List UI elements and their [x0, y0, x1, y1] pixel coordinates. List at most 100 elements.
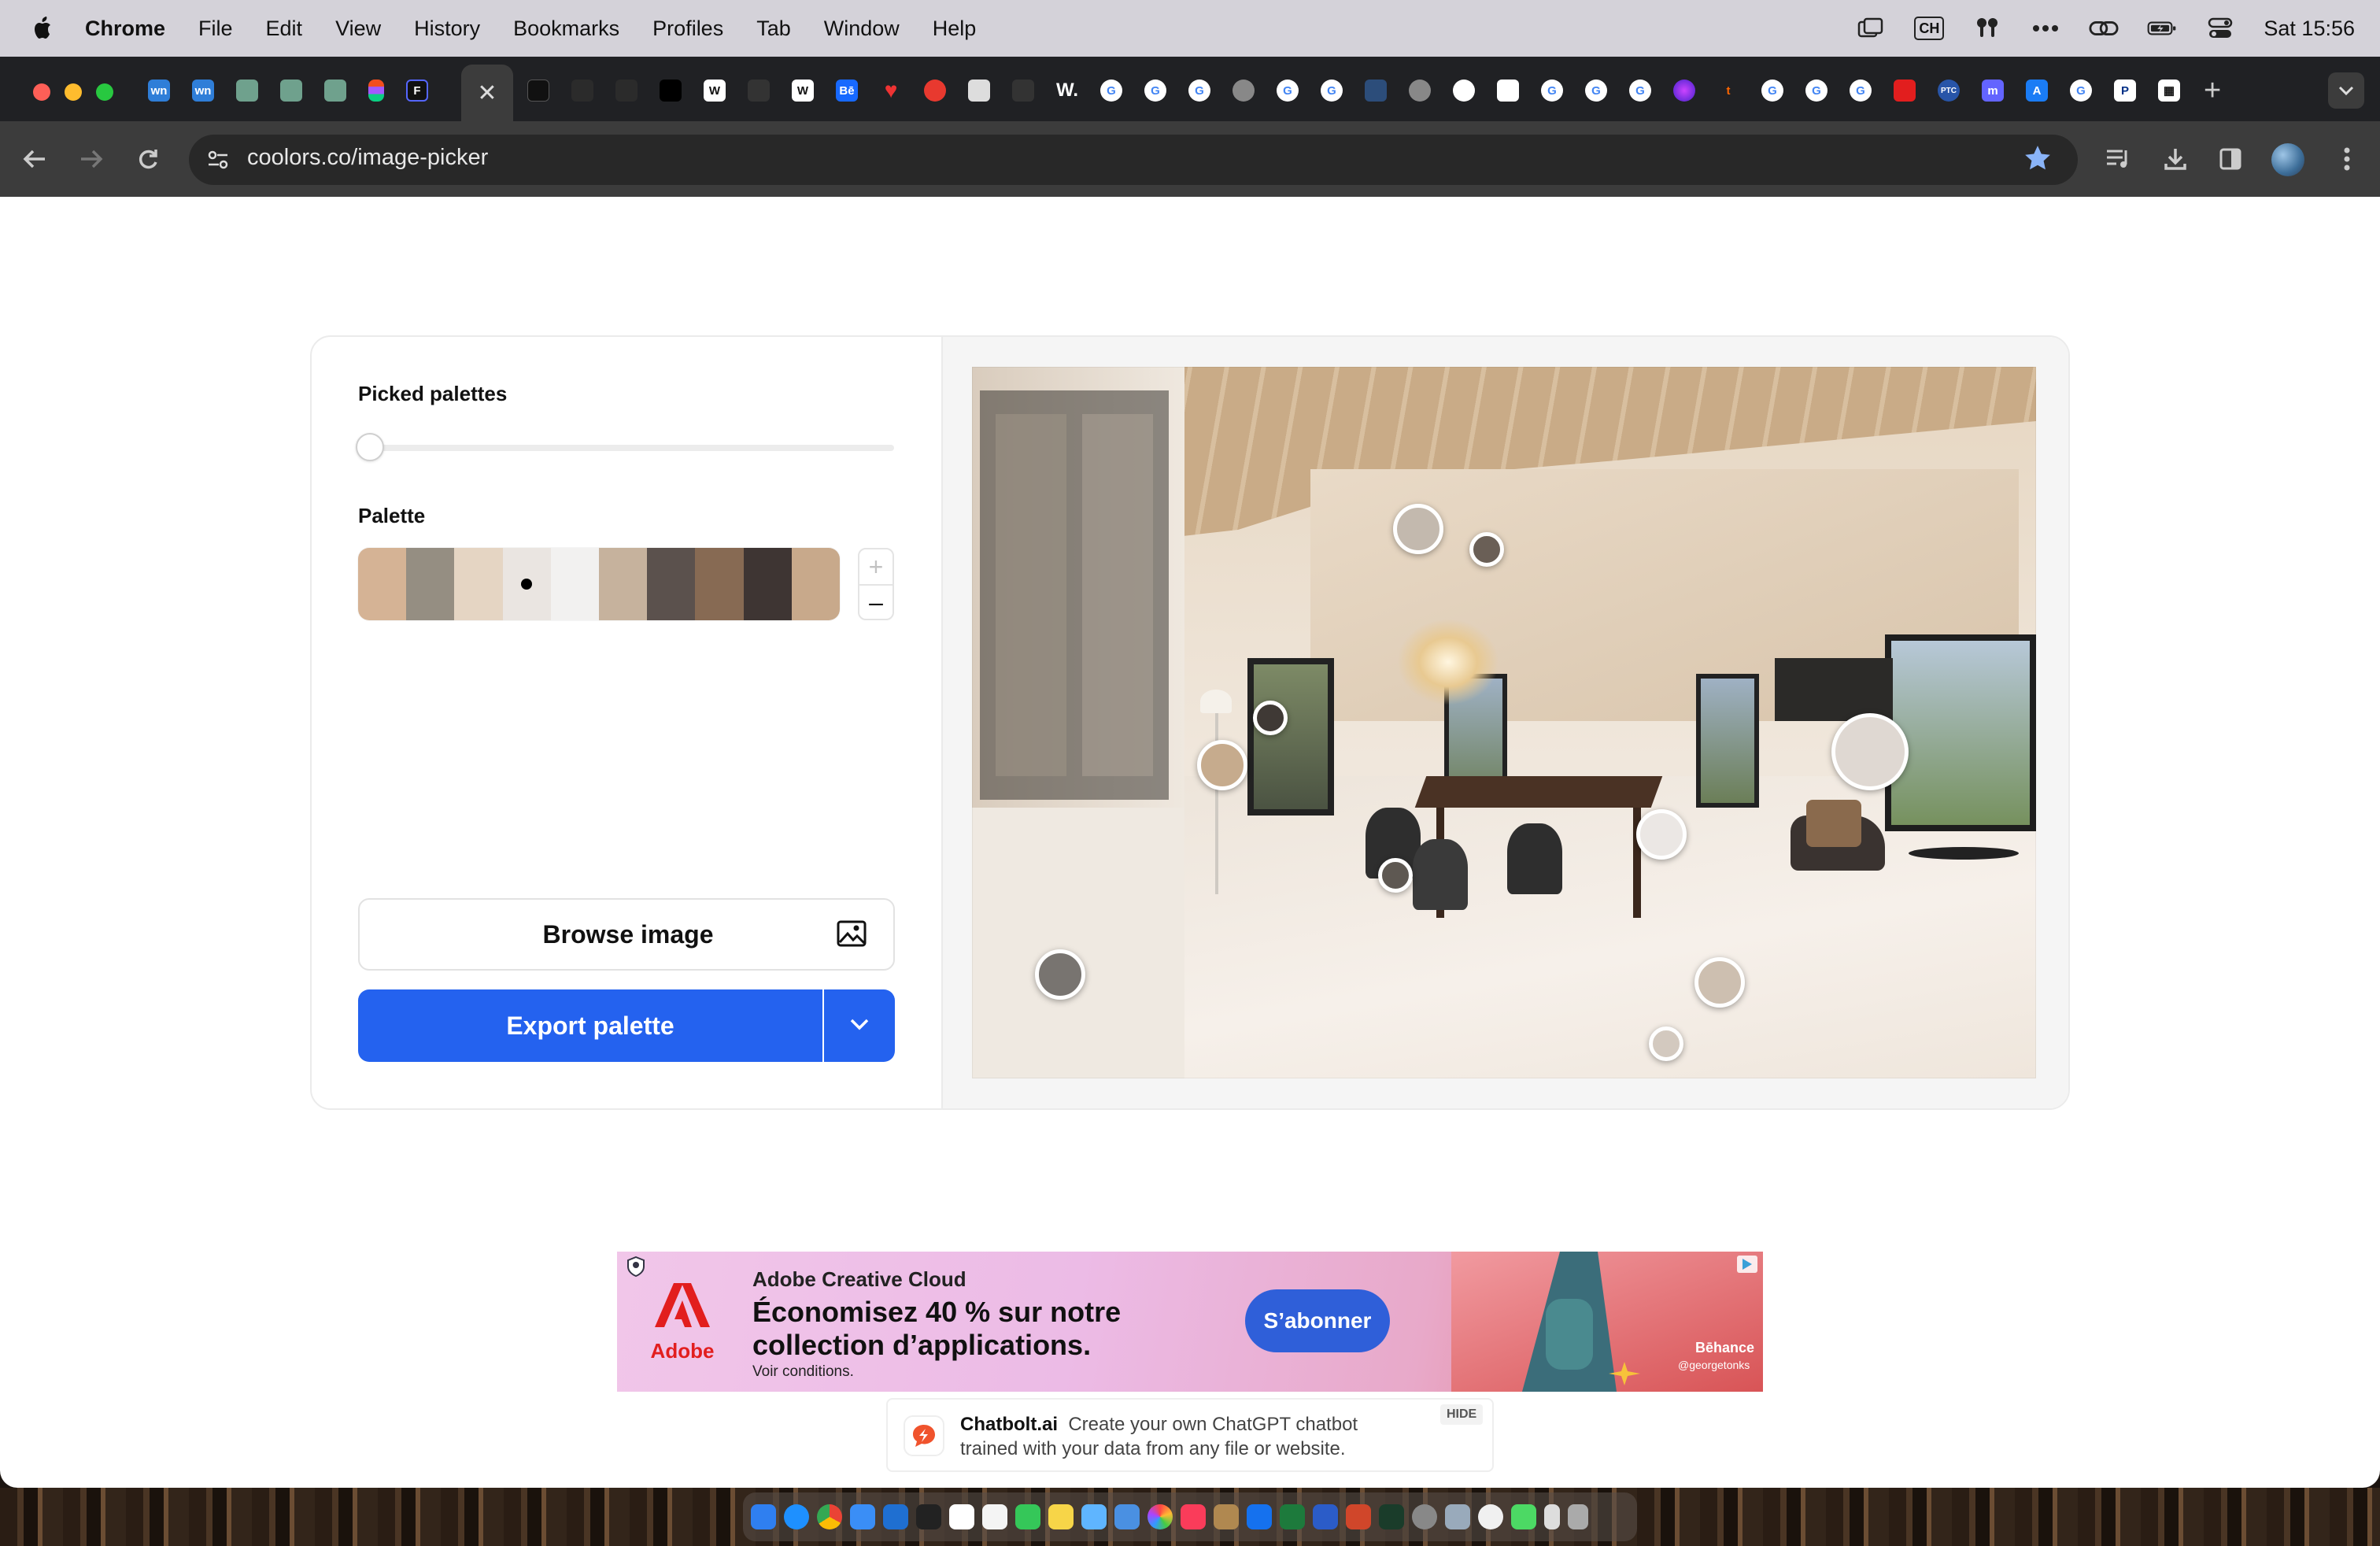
forward-icon[interactable]	[74, 142, 109, 176]
notion-icon[interactable]	[527, 80, 549, 102]
google-icon[interactable]: G	[1541, 80, 1563, 102]
url-text[interactable]: coolors.co/image-picker	[247, 145, 488, 171]
dash-icon[interactable]	[1012, 80, 1034, 102]
powerpoint-icon[interactable]	[1346, 1504, 1371, 1529]
heart-icon[interactable]: ♥	[880, 78, 902, 102]
site-icon[interactable]	[660, 80, 682, 102]
facetime-icon[interactable]	[1511, 1504, 1536, 1529]
remove-color-button[interactable]: –	[859, 584, 893, 619]
openai-icon[interactable]	[280, 80, 302, 102]
photos-icon[interactable]	[1148, 1504, 1173, 1529]
add-color-button[interactable]: +	[859, 549, 893, 584]
hide-ad-button[interactable]: HIDE	[1440, 1404, 1484, 1425]
settings-icon[interactable]	[1412, 1504, 1437, 1529]
reload-icon[interactable]	[131, 142, 165, 176]
ink-icon[interactable]	[615, 80, 638, 102]
orb-icon[interactable]	[1673, 80, 1695, 102]
export-options-dropdown[interactable]	[824, 989, 895, 1062]
slider-handle[interactable]	[356, 433, 384, 461]
google-icon[interactable]: G	[1585, 80, 1607, 102]
music-icon[interactable]	[1181, 1504, 1206, 1529]
google-icon[interactable]: G	[1277, 80, 1299, 102]
active-tab[interactable]: ✕	[461, 65, 513, 121]
appstore-icon[interactable]: A	[2026, 80, 2048, 102]
google-icon[interactable]: G	[1100, 80, 1122, 102]
google-icon[interactable]: G	[1144, 80, 1166, 102]
color-picker-handle[interactable]	[1469, 532, 1504, 567]
palette-swatch[interactable]	[791, 548, 840, 620]
menu-bookmarks[interactable]: Bookmarks	[513, 17, 619, 41]
terminal-icon[interactable]	[916, 1504, 941, 1529]
ptc-icon[interactable]: PTC	[1938, 80, 1960, 102]
qr-icon[interactable]: ▦	[2158, 80, 2180, 102]
menu-edit[interactable]: Edit	[266, 17, 303, 41]
browse-image-button[interactable]: Browse image	[358, 898, 895, 971]
notes-icon[interactable]	[1048, 1504, 1074, 1529]
chrome-icon[interactable]	[817, 1504, 842, 1529]
close-window-icon[interactable]	[33, 83, 50, 101]
zoom-window-icon[interactable]	[96, 83, 113, 101]
palette-swatch[interactable]	[406, 548, 455, 620]
color-picker-handle[interactable]	[1393, 504, 1443, 554]
framer-icon[interactable]: F	[406, 80, 428, 102]
record-icon[interactable]	[924, 80, 946, 102]
pen-icon[interactable]	[571, 80, 593, 102]
ad-subscribe-button[interactable]: S’abonner	[1245, 1289, 1390, 1352]
word-icon[interactable]	[1313, 1504, 1338, 1529]
safari-icon[interactable]	[784, 1504, 809, 1529]
webflow-icon[interactable]: W.	[1056, 80, 1078, 102]
tab-search-button[interactable]	[2328, 72, 2364, 109]
activity-monitor-icon[interactable]	[1379, 1504, 1404, 1529]
palette-swatch[interactable]	[743, 548, 792, 620]
trash-icon[interactable]	[1568, 1504, 1588, 1529]
menu-file[interactable]: File	[198, 17, 233, 41]
mastodon-icon[interactable]: m	[1982, 80, 2004, 102]
battery-icon[interactable]	[2147, 17, 2177, 40]
adchoices-shield-icon[interactable]	[626, 1256, 645, 1281]
export-palette-button[interactable]: Export palette	[358, 989, 822, 1062]
figma-icon[interactable]	[368, 80, 384, 102]
profile-avatar[interactable]	[2271, 143, 2304, 176]
color-picker-handle[interactable]	[1253, 701, 1288, 735]
screens-icon[interactable]	[1856, 17, 1886, 40]
notion-icon[interactable]	[1497, 80, 1519, 102]
adchoices-icon[interactable]	[1736, 1255, 1758, 1278]
google-icon[interactable]: G	[1321, 80, 1343, 102]
color-picker-handle[interactable]	[1831, 713, 1909, 790]
excel-icon[interactable]	[1280, 1504, 1305, 1529]
openai-icon[interactable]	[324, 80, 346, 102]
downloads-icon[interactable]	[2160, 143, 2191, 175]
new-tab-button[interactable]: +	[2204, 74, 2221, 107]
more-icon[interactable]	[2031, 17, 2060, 40]
menu-help[interactable]: Help	[933, 17, 977, 41]
screenshot-icon[interactable]	[968, 80, 990, 102]
picked-palettes-slider[interactable]	[357, 445, 894, 451]
menu-view[interactable]: View	[335, 17, 381, 41]
bookmark-star-icon[interactable]	[2023, 143, 2053, 177]
chatbolt-ad[interactable]: Chatbolt.ai Create your own ChatGPT chat…	[886, 1398, 1494, 1472]
back-icon[interactable]	[17, 142, 52, 176]
archive-icon[interactable]	[1214, 1504, 1239, 1529]
color-picker-handle[interactable]	[1649, 1026, 1683, 1061]
swoosh-icon[interactable]	[748, 80, 770, 102]
wikipedia-icon[interactable]: W	[792, 80, 814, 102]
tree-icon[interactable]	[1365, 80, 1387, 102]
google-icon[interactable]: G	[1850, 80, 1872, 102]
palette-swatch[interactable]	[454, 548, 503, 620]
airpods-icon[interactable]	[1972, 17, 2002, 40]
behance-icon[interactable]: Bē	[836, 80, 858, 102]
palette-swatch[interactable]	[550, 548, 600, 620]
speedtest-icon[interactable]	[1478, 1504, 1503, 1529]
input-source-badge[interactable]: CH	[1914, 17, 1945, 40]
openai-icon[interactable]	[236, 80, 258, 102]
media-control-icon[interactable]	[2103, 143, 2134, 175]
site-settings-icon[interactable]	[205, 146, 231, 173]
wordpress-icon[interactable]: wn	[148, 80, 170, 102]
freeform-icon[interactable]	[1081, 1504, 1107, 1529]
paypal-icon[interactable]: P	[2114, 80, 2136, 102]
link-icon[interactable]	[2089, 17, 2119, 40]
vscode-icon[interactable]	[883, 1504, 908, 1529]
mail-icon[interactable]	[850, 1504, 875, 1529]
preview-icon[interactable]	[1445, 1504, 1470, 1529]
maps-icon[interactable]	[1114, 1504, 1140, 1529]
